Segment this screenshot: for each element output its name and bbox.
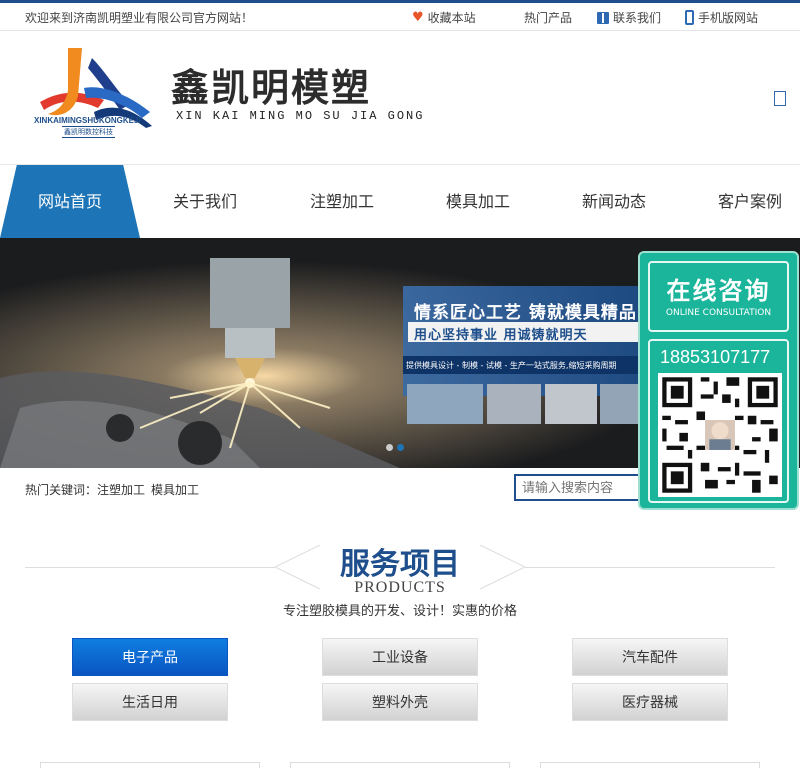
nav-item-home[interactable]: 网站首页 [0,165,140,238]
menu-icon[interactable] [774,91,786,106]
consult-title-en: ONLINE CONSULTATION [665,308,772,318]
search-input[interactable] [514,474,640,501]
mobile-phone-icon [685,10,694,25]
consult-phone[interactable]: 18853107177 [660,347,770,368]
welcome-text: 欢迎来到济南凯明塑业有限公司官方网站！ [25,11,254,25]
category-daily-use[interactable]: 生活日用 [72,683,228,721]
nav-item-cases[interactable]: 客户案例 [695,165,800,238]
consult-title-box: 在线咨询 ONLINE CONSULTATION [648,261,789,332]
category-electronics[interactable]: 电子产品 [72,638,228,676]
nav-item-news[interactable]: 新闻动态 [559,165,669,238]
banner-services: 提供模具设计 - 制模 - 试模 - 生产一站式服务,缩短采购周期 [406,361,617,370]
favorite-link[interactable]: ♥ 收藏本站 [412,9,476,26]
mobile-label: 手机版网站 [698,11,759,25]
favorite-label: 收藏本站 [427,11,476,25]
qr-code-icon [658,373,782,497]
product-card[interactable] [40,762,260,768]
hot-products-link[interactable]: 热门产品 [524,9,572,26]
banner-headline: 情系匠心工艺 铸就模具精品 [414,303,637,323]
brand-name-en: XIN KAI MING MO SU JIA GONG [176,109,425,123]
main-nav: 网站首页 关于我们 注塑加工 模具加工 新闻动态 客户案例 [0,165,800,238]
product-card[interactable] [290,762,510,768]
hot-keywords: 热门关键词：注塑加工 模具加工 [25,481,205,498]
contact-book-icon [597,11,609,24]
banner-subline: 用心坚持事业 用诚铸就明天 [414,328,588,343]
keywords-label: 热门关键词： [25,483,98,497]
nav-item-injection[interactable]: 注塑加工 [287,165,397,238]
top-bar: 欢迎来到济南凯明塑业有限公司官方网站！ ♥ 收藏本站 热门产品 联系我们 手机版… [0,0,800,31]
product-card[interactable] [540,762,760,768]
heart-icon: ♥ [412,10,424,25]
category-plastic-shell[interactable]: 塑料外壳 [322,683,478,721]
nav-item-mold[interactable]: 模具加工 [423,165,533,238]
banner-dot-2[interactable] [397,444,404,451]
category-industrial[interactable]: 工业设备 [322,638,478,676]
brand-name: 鑫凯明模塑 [171,65,372,110]
nav-item-about[interactable]: 关于我们 [150,165,260,238]
category-medical[interactable]: 医疗器械 [572,683,728,721]
keyword-link-1[interactable]: 注塑加工 [97,483,145,497]
hot-products-label: 热门产品 [524,11,573,25]
section-description: 专注塑胶模具的开发、设计！实惠的价格 [282,604,517,619]
contact-link[interactable]: 联系我们 [597,9,661,26]
consult-title: 在线咨询 [666,277,771,305]
category-auto-parts[interactable]: 汽车配件 [572,638,728,676]
online-consult-panel[interactable]: 在线咨询 ONLINE CONSULTATION 18853107177 [638,251,799,510]
section-title: 服务项目 [340,547,460,582]
mobile-site-link[interactable]: 手机版网站 [685,9,758,26]
site-header: XINKAIMINGSHUKONGKEJI 鑫凯明数控科技 鑫凯明模塑 XIN … [0,31,800,165]
consult-main-box: 18853107177 [648,339,789,503]
keyword-link-2[interactable]: 模具加工 [151,483,199,497]
contact-label: 联系我们 [613,11,662,25]
logo-text-en: XINKAIMINGSHUKONGKEJI [34,116,141,125]
banner-dot-1[interactable] [386,444,393,451]
section-title-en: PRODUCTS [354,579,446,596]
section-header: 服务项目 PRODUCTS 专注塑胶模具的开发、设计！实惠的价格 [0,535,800,625]
logo-text-cn: 鑫凯明数控科技 [62,126,115,138]
